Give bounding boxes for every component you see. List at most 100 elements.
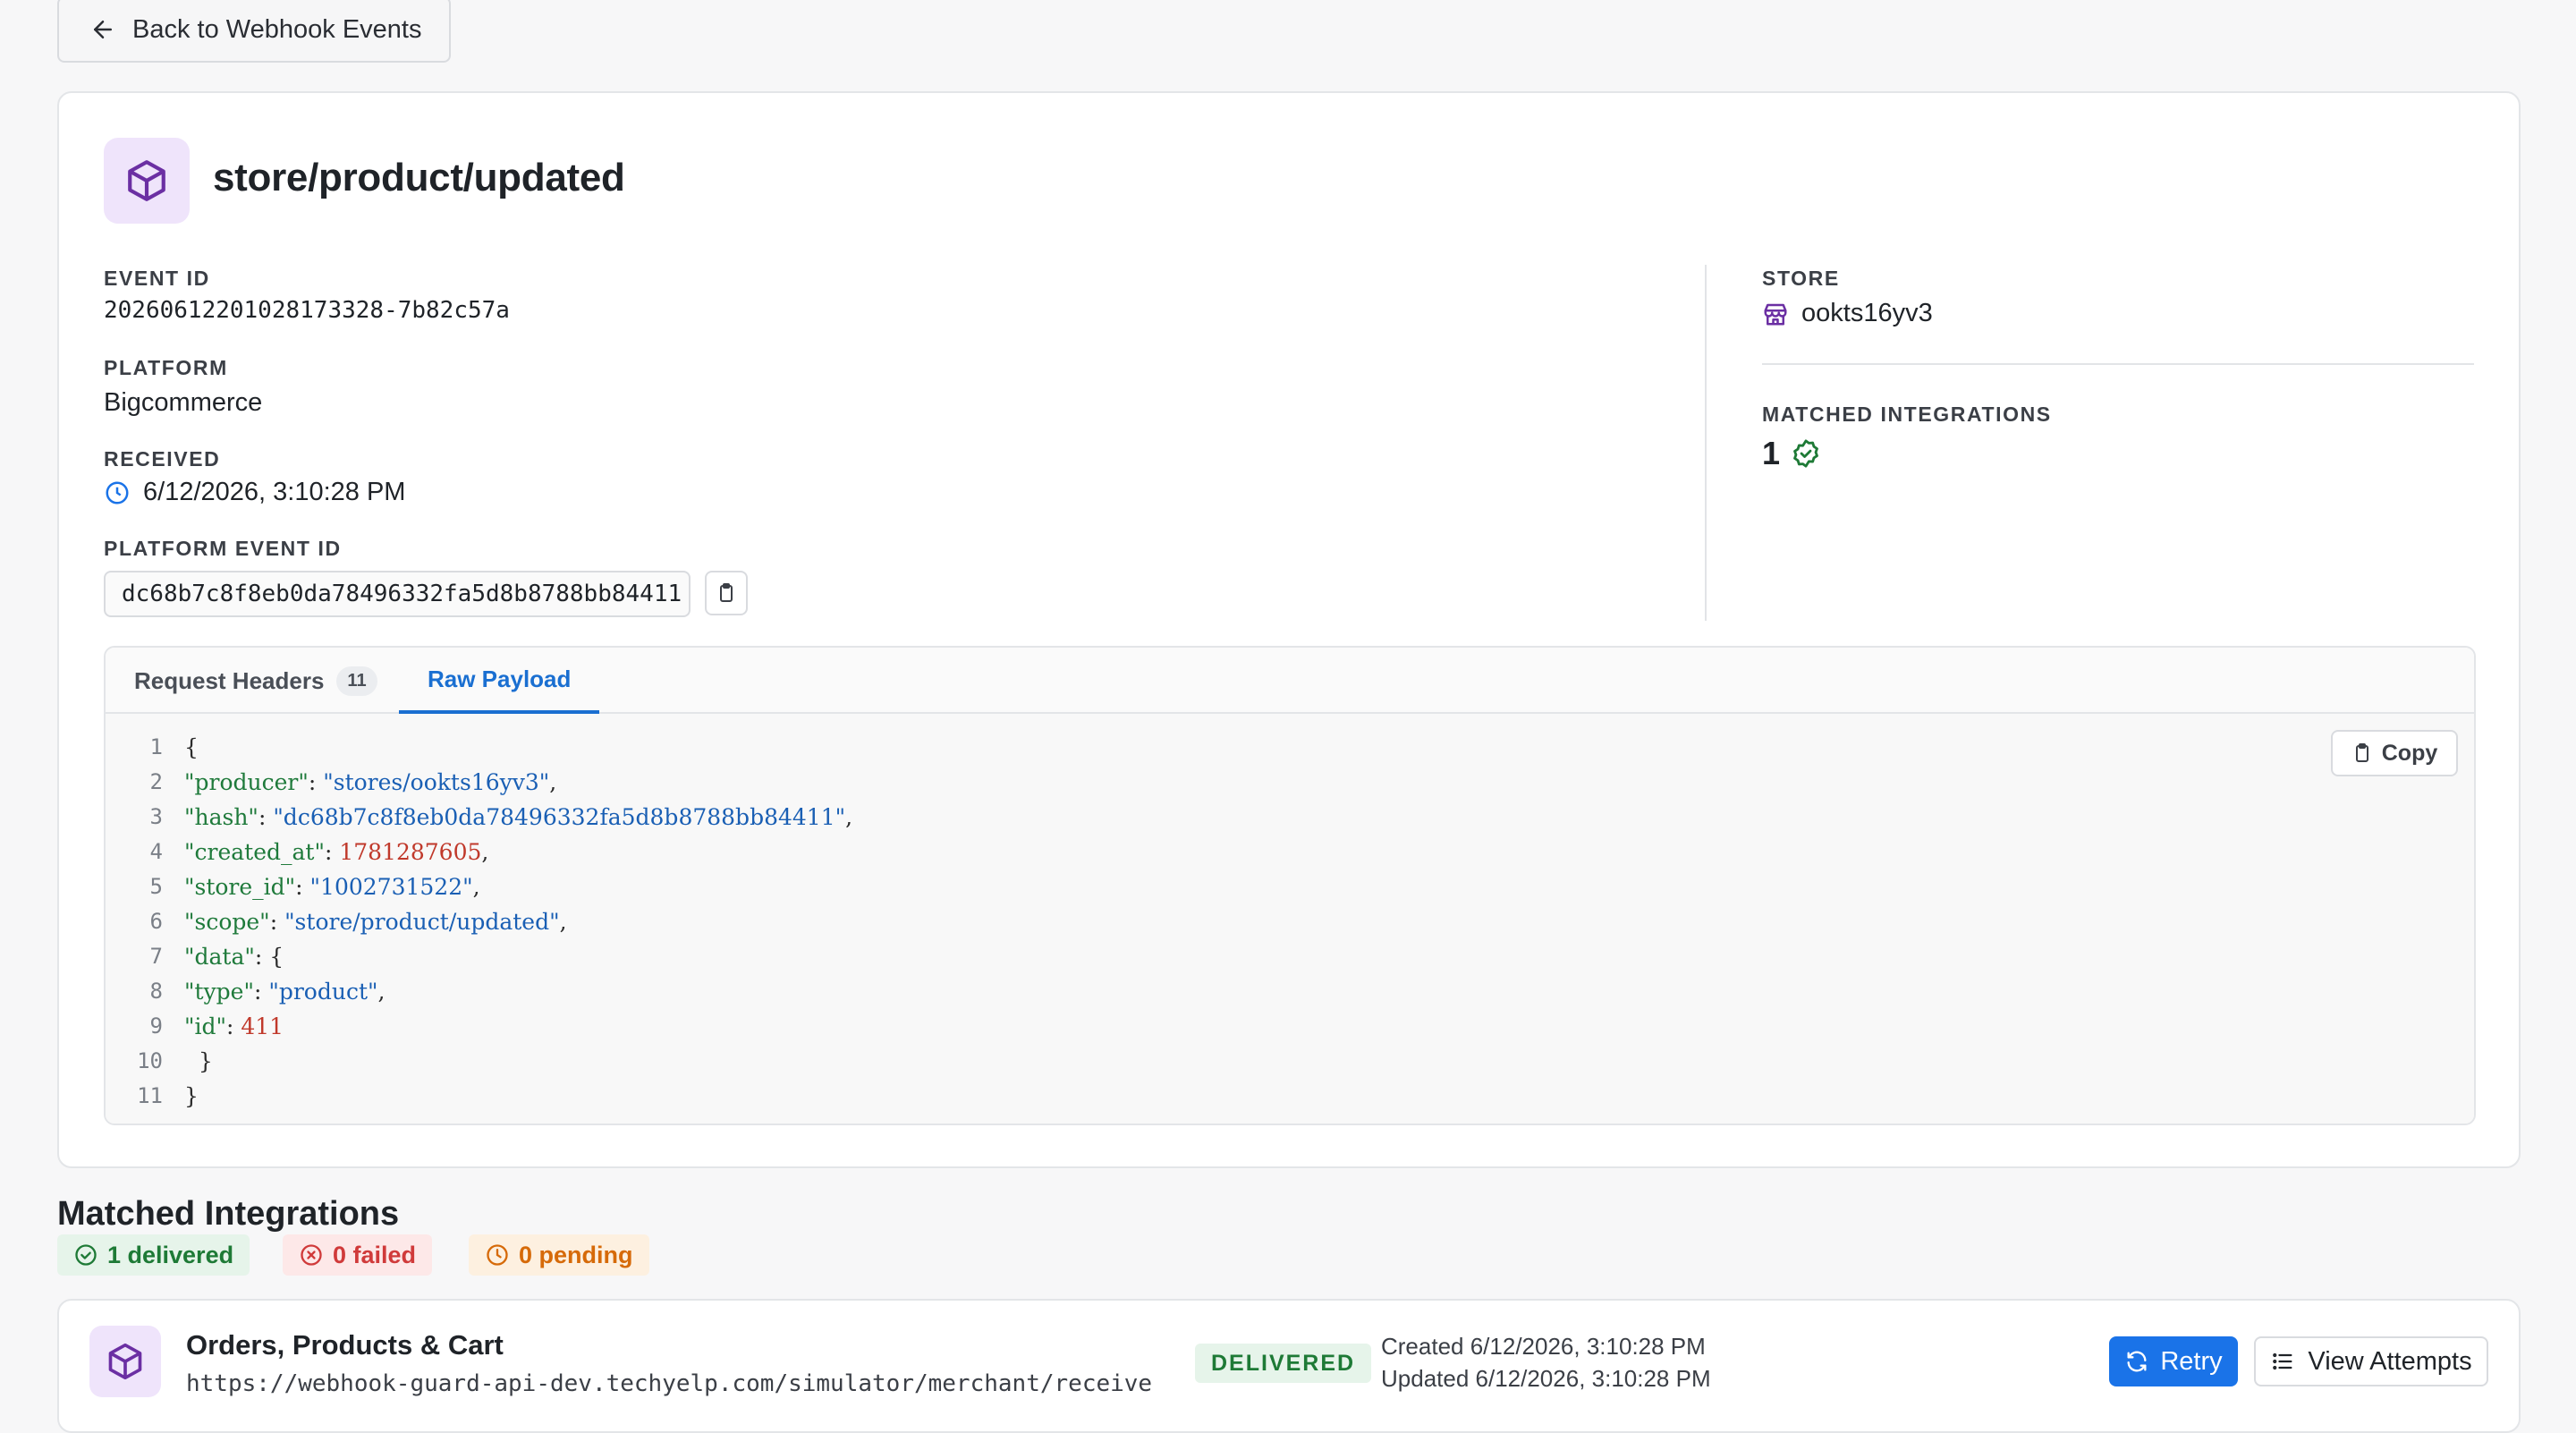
view-attempts-label: View Attempts xyxy=(2308,1346,2472,1376)
line-number: 8 xyxy=(149,979,163,1004)
code-line: 3 "hash": "dc68b7c8f8eb0da78496332fa5d8b… xyxy=(106,800,853,834)
json-key: "hash" xyxy=(184,803,258,830)
clipboard-icon xyxy=(2355,743,2368,762)
code-line: 6 "scope": "store/product/updated", xyxy=(106,904,567,938)
received-label: RECEIVED xyxy=(104,447,221,471)
line-number: 9 xyxy=(149,1013,163,1039)
json-key: "data" xyxy=(184,943,255,970)
platform-event-id-label: PLATFORM EVENT ID xyxy=(104,537,342,560)
line-number: 2 xyxy=(149,769,163,794)
delivered-count-badge: 1 delivered xyxy=(57,1234,250,1276)
code-line: 5 "store_id": "1002731522", xyxy=(106,869,480,903)
platform-event-id-field: dc68b7c8f8eb0da78496332fa5d8b8788bb84411 xyxy=(104,571,691,617)
json-key: "store_id" xyxy=(184,873,296,900)
store-label: STORE xyxy=(1762,267,1840,290)
pending-count-label: 0 pending xyxy=(519,1241,633,1268)
code-line: 9 "id": 411 xyxy=(106,1009,284,1043)
matched-count-row: 1 xyxy=(1762,435,1821,472)
page-title: store/product/updated xyxy=(213,156,625,199)
json-key: "scope" xyxy=(184,908,270,935)
code-line: 11} xyxy=(106,1079,199,1113)
back-to-events-button[interactable]: Back to Webhook Events xyxy=(57,0,451,63)
json-string: "stores/ookts16yv3" xyxy=(323,768,550,795)
arrow-left-icon xyxy=(94,21,112,38)
check-circle-icon xyxy=(75,1244,97,1266)
event-id-value: 20260612201028173328-7b82c57a xyxy=(104,297,510,324)
integration-url: https://webhook-guard-api-dev.techyelp.c… xyxy=(186,1370,1153,1397)
matched-integrations-label: MATCHED INTEGRATIONS xyxy=(1762,403,2052,426)
failed-count-badge: 0 failed xyxy=(283,1234,433,1276)
clock-icon xyxy=(106,481,129,504)
event-id-label: EVENT ID xyxy=(104,267,210,290)
headers-count-badge: 11 xyxy=(336,666,377,696)
code-line: 1{ xyxy=(106,730,199,764)
retry-label: Retry xyxy=(2160,1346,2223,1376)
platform-label: PLATFORM xyxy=(104,356,228,379)
created-timestamp: Created 6/12/2026, 3:10:28 PM xyxy=(1381,1333,1706,1360)
json-string: "product" xyxy=(268,978,378,1005)
line-number: 6 xyxy=(149,909,163,934)
column-divider xyxy=(1705,265,1707,621)
line-number: 5 xyxy=(149,874,163,899)
json-key: "type" xyxy=(184,978,254,1005)
json-string: "1002731522" xyxy=(309,873,473,900)
received-row: 6/12/2026, 3:10:28 PM xyxy=(104,478,405,507)
copy-platform-event-id-button[interactable] xyxy=(705,571,748,615)
x-circle-icon xyxy=(301,1244,322,1266)
json-number: 1781287605 xyxy=(339,838,482,865)
tab-bar: Request Headers 11 Raw Payload xyxy=(106,648,2474,714)
store-value: ookts16yv3 xyxy=(1801,299,1933,327)
delivered-count-label: 1 delivered xyxy=(107,1241,234,1268)
package-icon xyxy=(108,1343,142,1380)
line-number: 3 xyxy=(149,804,163,829)
integration-row: Orders, Products & Cart https://webhook-… xyxy=(57,1299,2521,1433)
list-icon xyxy=(2273,1352,2292,1370)
matched-count-value: 1 xyxy=(1762,435,1781,471)
copy-label: Copy xyxy=(2381,740,2438,766)
clock-icon xyxy=(487,1244,508,1266)
line-number: 1 xyxy=(149,734,163,759)
platform-event-id-value: dc68b7c8f8eb0da78496332fa5d8b8788bb84411 xyxy=(122,581,682,607)
integration-icon-badge xyxy=(89,1326,161,1397)
copy-payload-button[interactable]: Copy xyxy=(2331,730,2458,776)
store-divider xyxy=(1762,363,2474,365)
line-number: 11 xyxy=(137,1083,163,1108)
json-string: "store/product/updated" xyxy=(284,908,560,935)
matched-integrations-heading: Matched Integrations xyxy=(57,1195,400,1233)
failed-count-label: 0 failed xyxy=(333,1241,417,1268)
json-number: 411 xyxy=(241,1013,284,1039)
store-row: ookts16yv3 xyxy=(1762,299,1933,328)
clipboard-icon xyxy=(720,583,733,602)
line-number: 10 xyxy=(137,1048,163,1073)
event-detail-card: store/product/updated EVENT ID 202606122… xyxy=(57,91,2521,1168)
line-number: 7 xyxy=(149,944,163,969)
back-label: Back to Webhook Events xyxy=(132,14,422,44)
payload-tabs-panel: Request Headers 11 Raw Payload Copy 1{ 2… xyxy=(104,646,2476,1125)
tab-raw-payload[interactable]: Raw Payload xyxy=(399,648,600,714)
code-line: 7 "data": { xyxy=(106,939,284,973)
refresh-icon xyxy=(2127,1351,2147,1372)
json-key: "id" xyxy=(184,1013,226,1039)
received-value: 6/12/2026, 3:10:28 PM xyxy=(143,478,406,506)
check-badge-icon xyxy=(1793,439,1818,468)
tab-request-headers[interactable]: Request Headers 11 xyxy=(134,648,377,714)
code-line: 2 "producer": "stores/ookts16yv3", xyxy=(106,765,557,799)
store-icon xyxy=(1764,303,1787,325)
json-key: "created_at" xyxy=(184,838,325,865)
package-icon xyxy=(128,160,165,201)
view-attempts-button[interactable]: View Attempts xyxy=(2254,1336,2488,1386)
status-badge: DELIVERED xyxy=(1195,1344,1372,1383)
json-key: "producer" xyxy=(184,768,309,795)
tab-request-headers-label: Request Headers xyxy=(134,666,325,694)
retry-button[interactable]: Retry xyxy=(2109,1336,2238,1386)
code-viewer: Copy 1{ 2 "producer": "stores/ookts16yv3… xyxy=(106,714,2474,1124)
integration-name: Orders, Products & Cart xyxy=(186,1329,504,1361)
updated-timestamp: Updated 6/12/2026, 3:10:28 PM xyxy=(1381,1365,1711,1392)
code-line: 4 "created_at": 1781287605, xyxy=(106,835,489,869)
tab-raw-payload-label: Raw Payload xyxy=(428,665,572,692)
line-number: 4 xyxy=(149,839,163,864)
code-line: 8 "type": "product", xyxy=(106,974,386,1008)
event-type-badge xyxy=(104,138,190,224)
json-string: "dc68b7c8f8eb0da78496332fa5d8b8788bb8441… xyxy=(273,803,846,830)
platform-value: Bigcommerce xyxy=(104,388,263,417)
